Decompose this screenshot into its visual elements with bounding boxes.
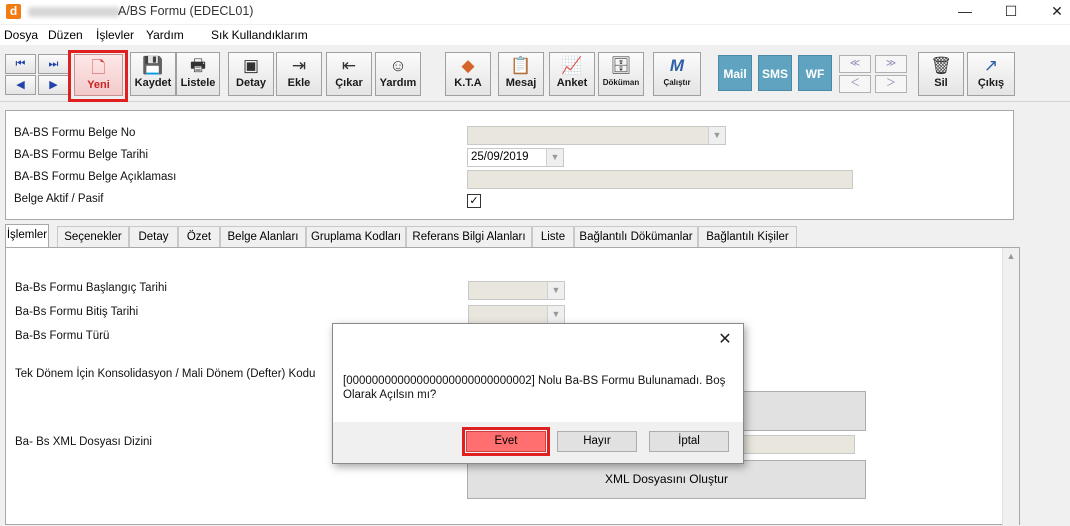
konsolidasyon-label: Tek Dönem İçin Konsolidasyon / Mali Döne… <box>15 368 316 380</box>
calistir-button[interactable]: M Çalıştır <box>653 52 701 96</box>
window-title: A/BS Formu (EDECL01) <box>118 4 254 18</box>
yardim-button[interactable]: ☺ Yardım <box>375 52 421 96</box>
previous-record-button[interactable]: ◀ <box>5 75 36 95</box>
trash-icon: 🗑 <box>930 56 952 75</box>
title-bar: d A/BS Formu (EDECL01) — ☐ ✕ <box>0 0 1070 24</box>
vertical-scrollbar[interactable]: ▲ <box>1002 248 1019 526</box>
toolbar: ⏮ ⏭ ◀ ▶ 🗋 Yeni 💾 Kaydet 🖶 Listele ▣ Deta… <box>0 46 1070 102</box>
tab-gruplama-kodlari[interactable]: Gruplama Kodları <box>306 226 406 247</box>
tab-baglantili-kisiler[interactable]: Bağlantılı Kişiler <box>698 226 797 247</box>
run-m-icon: M <box>669 56 685 75</box>
menu-dosya[interactable]: Dosya <box>4 28 38 42</box>
minimize-button[interactable]: — <box>942 0 988 24</box>
kta-button[interactable]: ◆ K.T.A <box>445 52 491 96</box>
ekle-button[interactable]: ⇥ Ekle <box>276 52 322 96</box>
document-cabinet-icon: 🗄 <box>610 56 632 75</box>
chevron-down-icon[interactable]: ▼ <box>546 149 563 166</box>
tab-ozet[interactable]: Özet <box>178 226 220 247</box>
mesaj-button[interactable]: 📋 Mesaj <box>498 52 544 96</box>
app-logo-icon: d <box>6 4 21 19</box>
tab-liste[interactable]: Liste <box>532 226 574 247</box>
new-document-icon: 🗋 <box>91 58 106 77</box>
next-record-button[interactable]: ▶ <box>38 75 69 95</box>
evet-button[interactable]: Evet <box>466 431 546 452</box>
add-arrow-icon: ⇥ <box>291 56 307 75</box>
belge-tarihi-label: BA-BS Formu Belge Tarihi <box>14 149 149 161</box>
first-record-button[interactable]: ⏮ <box>5 54 36 74</box>
scroll-up-right-icon[interactable]: ≫ <box>875 55 907 73</box>
hayir-button[interactable]: Hayır <box>557 431 637 452</box>
aciklama-field[interactable] <box>467 170 853 189</box>
wf-button[interactable]: WF <box>798 55 832 91</box>
dialog-close-button[interactable]: ✕ <box>715 329 735 349</box>
menu-sik-kullandiklarim[interactable]: Sık Kullandıklarım <box>211 28 308 42</box>
form-turu-label: Ba-Bs Formu Türü <box>15 330 110 342</box>
iptal-button[interactable]: İptal <box>649 431 729 452</box>
sms-button[interactable]: SMS <box>758 55 792 91</box>
header-panel: BA-BS Formu Belge No ▼ BA-BS Formu Belge… <box>5 110 1014 220</box>
detail-icon: ▣ <box>242 56 260 75</box>
bitis-tarihi-field[interactable]: ▼ <box>468 305 565 324</box>
kta-diamond-icon: ◆ <box>461 56 475 75</box>
baslangic-tarihi-label: Ba-Bs Formu Başlangıç Tarihi <box>15 282 167 294</box>
belge-tarihi-field[interactable]: 25/09/2019 ▼ <box>467 148 564 167</box>
survey-chart-icon: 📈 <box>561 56 583 75</box>
sil-button[interactable]: 🗑 Sil <box>918 52 964 96</box>
dokuman-button[interactable]: 🗄 Döküman <box>598 52 644 96</box>
tab-strip: İşlemler Seçenekler Detay Özet Belge Ala… <box>5 224 1020 248</box>
scroll-right-icon[interactable]: ＞ <box>875 75 907 93</box>
dialog-message: [00000000000000000000000000002] Nolu Ba-… <box>343 375 726 401</box>
menu-yardim[interactable]: Yardım <box>146 28 184 42</box>
close-window-button[interactable]: ✕ <box>1034 0 1070 24</box>
cikar-button[interactable]: ⇤ Çıkar <box>326 52 372 96</box>
remove-arrow-icon: ⇤ <box>341 56 357 75</box>
confirm-dialog: ✕ [00000000000000000000000000002] Nolu B… <box>332 323 744 464</box>
detay-button[interactable]: ▣ Detay <box>228 52 274 96</box>
xml-dizin-label: Ba- Bs XML Dosyası Dizini <box>15 436 152 448</box>
last-record-button[interactable]: ⏭ <box>38 54 69 74</box>
listele-button[interactable]: 🖶 Listele <box>176 52 220 96</box>
scroll-up-left-icon[interactable]: ≪ <box>839 55 871 73</box>
menu-duzen[interactable]: Düzen <box>48 28 83 42</box>
anket-button[interactable]: 📈 Anket <box>549 52 595 96</box>
aktif-checkbox[interactable]: ✓ <box>467 194 481 208</box>
menu-islevler[interactable]: İşlevler <box>96 28 134 42</box>
cikis-button[interactable]: ↗ Çıkış <box>967 52 1015 96</box>
baslangic-tarihi-field[interactable]: ▼ <box>468 281 565 300</box>
xml-olustur-button[interactable]: XML Dosyasını Oluştur <box>467 460 866 499</box>
menu-bar: Dosya Düzen İşlevler Yardım Sık Kullandı… <box>0 25 1070 45</box>
yeni-button[interactable]: 🗋 Yeni <box>74 54 123 96</box>
chevron-down-icon[interactable]: ▼ <box>708 127 725 144</box>
chevron-down-icon[interactable]: ▼ <box>547 282 564 299</box>
tab-islemler[interactable]: İşlemler <box>5 224 49 248</box>
mail-button[interactable]: Mail <box>718 55 752 91</box>
kaydet-button[interactable]: 💾 Kaydet <box>130 52 176 96</box>
printer-icon: 🖶 <box>189 56 207 75</box>
scroll-left-icon[interactable]: ＜ <box>839 75 871 93</box>
smiley-help-icon: ☺ <box>389 56 407 75</box>
tab-belge-alanlari[interactable]: Belge Alanları <box>220 226 306 247</box>
message-icon: 📋 <box>510 56 532 75</box>
save-icon: 💾 <box>142 56 164 75</box>
maximize-button[interactable]: ☐ <box>988 0 1034 24</box>
dialog-footer: Evet Hayır İptal <box>333 422 743 463</box>
aktif-label: Belge Aktif / Pasif <box>14 193 104 205</box>
tab-detay[interactable]: Detay <box>129 226 178 247</box>
tab-secenekler[interactable]: Seçenekler <box>57 226 129 247</box>
title-redacted <box>28 7 120 17</box>
scroll-up-icon[interactable]: ▲ <box>1003 248 1019 264</box>
tab-baglantili-dokumanlar[interactable]: Bağlantılı Dökümanlar <box>574 226 698 247</box>
belge-no-label: BA-BS Formu Belge No <box>14 127 136 139</box>
tab-referans-bilgi-alanlari[interactable]: Referans Bilgi Alanları <box>406 226 532 247</box>
exit-arrow-icon: ↗ <box>983 56 999 75</box>
aciklama-label: BA-BS Formu Belge Açıklaması <box>14 171 177 183</box>
chevron-down-icon[interactable]: ▼ <box>547 306 564 323</box>
belge-no-field[interactable]: ▼ <box>467 126 726 145</box>
bitis-tarihi-label: Ba-Bs Formu Bitiş Tarihi <box>15 306 139 318</box>
